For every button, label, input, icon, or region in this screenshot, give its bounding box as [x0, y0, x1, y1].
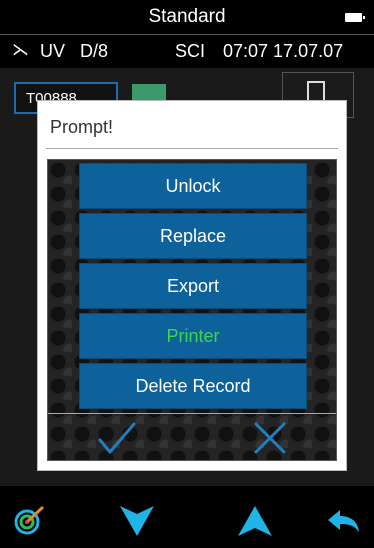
clock: 07:07 17.07.07 [223, 41, 344, 61]
geometry-indicator: D/8 [80, 41, 109, 61]
uv-indicator: UV [40, 41, 66, 61]
battery-icon [345, 13, 365, 22]
dialog-options-panel: Unlock Replace Export Printer Delete Rec… [47, 159, 337, 461]
dialog-divider [46, 148, 338, 149]
dialog-action-bar [48, 413, 336, 462]
title-bar: Standard [0, 0, 374, 35]
arrow-up-icon[interactable] [238, 506, 272, 536]
mode-indicator: SCI [175, 41, 206, 61]
status-bar: ⋋ UV D/8 SCI 07:07 17.07.07 [0, 35, 374, 67]
export-button[interactable]: Export [79, 263, 307, 309]
back-arrow-icon[interactable] [326, 510, 360, 534]
delete-record-button[interactable]: Delete Record [79, 363, 307, 409]
unlock-button[interactable]: Unlock [79, 163, 307, 209]
target-icon[interactable] [14, 504, 46, 536]
printer-button[interactable]: Printer [79, 313, 307, 359]
bluetooth-icon: ⋋ [12, 40, 29, 59]
prompt-dialog: Prompt! Unlock Replace Export Printer De… [37, 100, 347, 471]
bottom-navigation [0, 486, 374, 548]
replace-button[interactable]: Replace [79, 213, 307, 259]
page-title: Standard [148, 6, 226, 27]
check-icon[interactable] [96, 420, 138, 456]
dialog-title: Prompt! [50, 117, 114, 137]
x-icon[interactable] [251, 420, 289, 456]
arrow-down-icon[interactable] [120, 506, 154, 536]
